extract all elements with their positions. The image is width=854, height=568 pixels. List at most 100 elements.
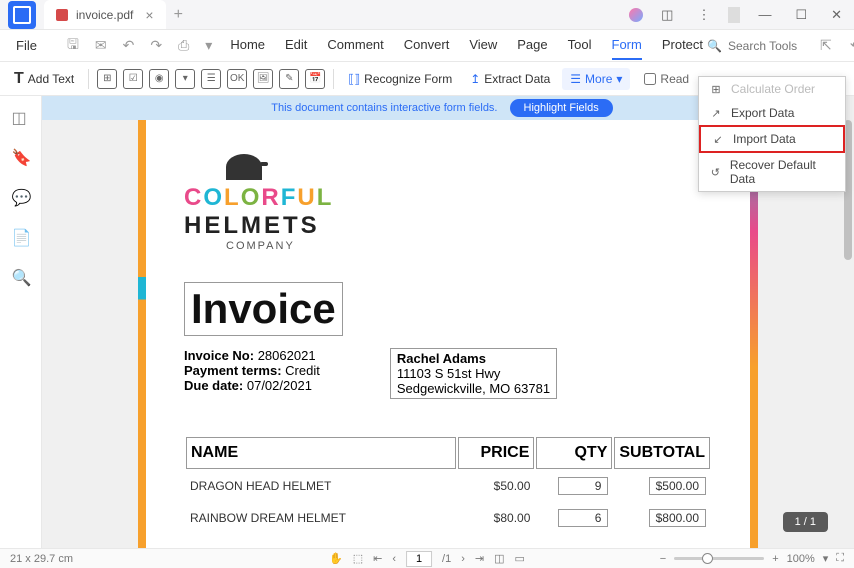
tab-home[interactable]: Home (230, 31, 265, 60)
select-tool-icon[interactable]: ⬚ (353, 552, 363, 565)
share-icon[interactable]: ⇱ (814, 33, 838, 58)
new-tab-button[interactable]: + (174, 6, 183, 24)
menubar: File 🖫 ✉ ↶ ↷ ⎙ ▾ Home Edit Comment Conve… (0, 30, 854, 62)
textfield-tool-icon[interactable]: ⊞ (97, 69, 117, 89)
fit-width-icon[interactable]: ◫ (494, 552, 504, 565)
left-panel: ◫ 🔖 💬 📄 🔍 (0, 96, 42, 548)
maximize-button[interactable]: ☐ (789, 3, 813, 27)
titlebar: invoice.pdf × + ◫ ⋮ — ☐ ✕ (0, 0, 854, 30)
dd-recover-default[interactable]: ↺ Recover Default Data (699, 153, 845, 191)
minimize-button[interactable]: — (752, 3, 777, 26)
redo-icon[interactable]: ↷ (144, 33, 168, 58)
zoom-value[interactable]: 100% (787, 553, 815, 565)
company-logo: COLORFUL HELMETS COMPANY (184, 154, 712, 252)
zoom-controls: − + 100% ▾ ⛶ (660, 552, 844, 565)
tab-tool[interactable]: Tool (568, 31, 592, 60)
dd-import-data[interactable]: ↙ Import Data (699, 125, 845, 153)
subtotal-field[interactable]: $800.00 (649, 509, 706, 527)
invoice-title[interactable]: Invoice (184, 282, 343, 336)
signature-tool-icon[interactable]: ✎ (279, 69, 299, 89)
close-window-button[interactable]: ✕ (825, 3, 848, 27)
page-nav: ✋ ⬚ ⇤ ‹ /1 › ⇥ ◫ ▭ (329, 551, 525, 567)
cloud-icon[interactable]: ⟲ (844, 33, 854, 58)
next-page-icon[interactable]: › (461, 553, 465, 565)
dd-export-data[interactable]: ↗ Export Data (699, 101, 845, 125)
search-input[interactable] (728, 39, 808, 53)
recognize-form-button[interactable]: ⟦⟧ Recognize Form (342, 68, 458, 90)
tab-page[interactable]: Page (517, 31, 547, 60)
invoice-table: NAME PRICE QTY SUBTOTAL DRAGON HEAD HELM… (184, 435, 712, 535)
search-tools[interactable]: 🔍 ⇱ ⟲ ▴ (707, 33, 854, 58)
document-tab[interactable]: invoice.pdf × (44, 0, 166, 29)
extract-icon: ↥ (470, 72, 480, 86)
qty-field[interactable]: 9 (558, 477, 608, 495)
pdf-page: COLORFUL HELMETS COMPANY Invoice Invoice… (138, 96, 758, 548)
file-menu[interactable]: File (8, 34, 45, 57)
zoom-in-icon[interactable]: + (772, 553, 778, 565)
hand-tool-icon[interactable]: ✋ (329, 552, 343, 565)
listbox-tool-icon[interactable]: ☰ (201, 69, 221, 89)
notification-icon[interactable]: ◫ (655, 3, 679, 27)
export-icon: ↗ (709, 106, 723, 120)
tab-view[interactable]: View (469, 31, 497, 60)
image-tool-icon[interactable]: 🖼 (253, 69, 273, 89)
last-page-icon[interactable]: ⇥ (475, 552, 484, 565)
radio-tool-icon[interactable]: ◉ (149, 69, 169, 89)
more-button[interactable]: ☰ More ▾ (562, 68, 630, 90)
recognize-icon: ⟦⟧ (348, 72, 360, 86)
recover-icon: ↺ (709, 165, 722, 179)
highlight-fields-button[interactable]: Highlight Fields (510, 99, 613, 117)
fit-page-icon[interactable]: ▭ (515, 552, 525, 565)
fullscreen-icon[interactable]: ⛶ (836, 552, 844, 565)
account-icon[interactable] (629, 8, 643, 22)
zoom-thumb[interactable] (702, 553, 713, 564)
logo-helmets: HELMETS (184, 212, 712, 240)
close-tab-icon[interactable]: × (145, 7, 153, 23)
first-page-icon[interactable]: ⇤ (373, 552, 382, 565)
subtotal-field[interactable]: $500.00 (649, 477, 706, 495)
comments-icon[interactable]: 💬 (12, 188, 30, 206)
print-icon[interactable]: ⎙ (172, 33, 195, 58)
table-header-row: NAME PRICE QTY SUBTOTAL (186, 437, 710, 469)
bookmarks-icon[interactable]: 🔖 (12, 148, 30, 166)
tab-convert[interactable]: Convert (404, 31, 450, 60)
extract-data-button[interactable]: ↥ Extract Data (464, 68, 556, 90)
checkbox-tool-icon[interactable]: ☑ (123, 69, 143, 89)
dd-calculate-order: ⊞ Calculate Order (699, 77, 845, 101)
page-input[interactable] (406, 551, 432, 567)
tab-form[interactable]: Form (612, 31, 642, 60)
mail-icon[interactable]: ✉ (89, 33, 113, 58)
qty-field[interactable]: 6 (558, 509, 608, 527)
zoom-slider[interactable] (674, 557, 764, 560)
undo-icon[interactable]: ↶ (117, 33, 141, 58)
zoom-dropdown-icon[interactable]: ▾ (823, 552, 829, 565)
button-tool-icon[interactable]: OK (227, 69, 247, 89)
customer-field[interactable]: Rachel Adams 11103 S 51st Hwy Sedgewickv… (390, 348, 557, 399)
dropdown-tool-icon[interactable]: ▾ (175, 69, 195, 89)
tab-comment[interactable]: Comment (327, 31, 383, 60)
logo-colorful: COLORFUL (184, 184, 712, 212)
invoice-meta: Invoice No: 28062021 Payment terms: Cred… (184, 348, 712, 399)
save-icon[interactable]: 🖫 (61, 30, 85, 62)
tab-protect[interactable]: Protect (662, 31, 703, 60)
table-row: DRAGON HEAD HELMET $50.00 9 $500.00 (186, 471, 710, 501)
add-text-button[interactable]: T Add Text (8, 66, 80, 92)
thumbnails-icon[interactable]: ◫ (12, 108, 30, 126)
dropdown-icon[interactable]: ▾ (199, 33, 218, 58)
attachments-icon[interactable]: 📄 (12, 228, 30, 246)
chevron-down-icon: ▾ (616, 72, 622, 86)
date-tool-icon[interactable]: 📅 (305, 69, 325, 89)
import-icon: ↙ (711, 132, 725, 146)
tab-edit[interactable]: Edit (285, 31, 307, 60)
read-checkbox[interactable]: Read (644, 72, 689, 86)
ribbon-tabs: Home Edit Comment Convert View Page Tool… (230, 31, 703, 60)
more-dropdown: ⊞ Calculate Order ↗ Export Data ↙ Import… (698, 76, 846, 192)
zoom-out-icon[interactable]: − (660, 553, 666, 565)
search-panel-icon[interactable]: 🔍 (12, 268, 30, 286)
tab-title: invoice.pdf (76, 8, 133, 22)
prev-page-icon[interactable]: ‹ (392, 553, 396, 565)
banner-message: This document contains interactive form … (271, 102, 497, 114)
kebab-menu-icon[interactable]: ⋮ (691, 3, 716, 27)
page-indicator-badge: 1 / 1 (783, 512, 828, 532)
calculate-icon: ⊞ (709, 82, 723, 96)
